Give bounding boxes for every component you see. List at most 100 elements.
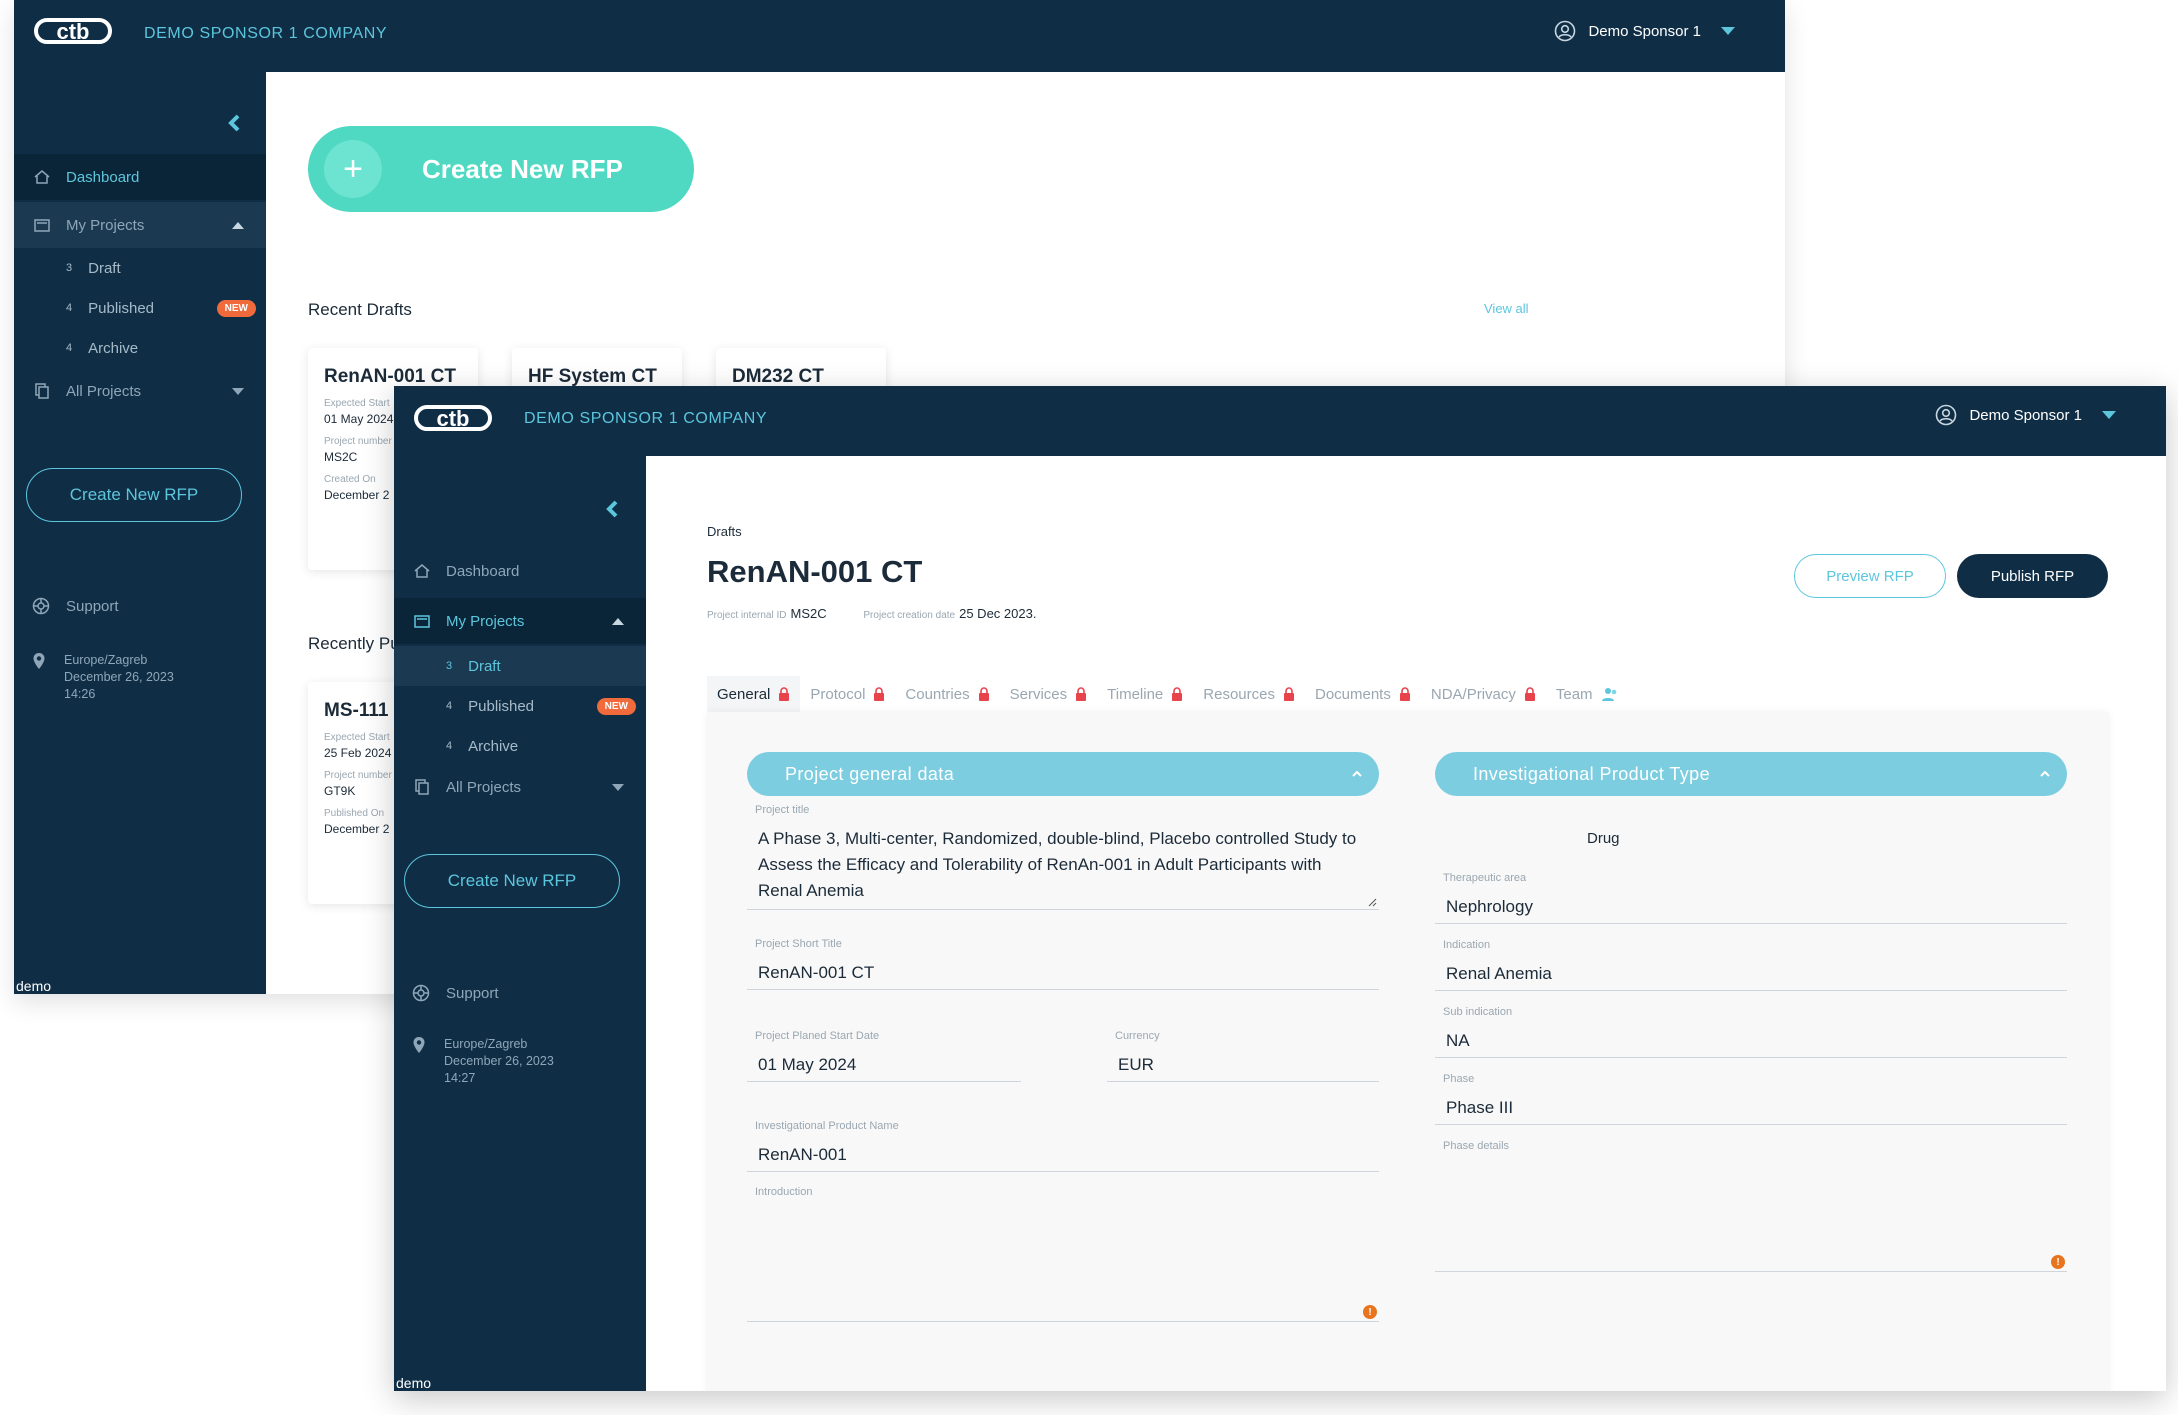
new-badge: NEW [216, 299, 256, 317]
product-name-field[interactable]: Investigational Product Name RenAN-001 [747, 1120, 1379, 1172]
tab-label: NDA/Privacy [1430, 685, 1516, 703]
chevron-down-icon [232, 387, 244, 395]
published-count: 4 [66, 302, 73, 314]
folder-icon [32, 215, 52, 235]
tab-general[interactable]: General [707, 676, 801, 712]
lifebuoy-icon [32, 597, 50, 615]
environment-label: demo [396, 1375, 432, 1391]
home-icon [32, 167, 52, 187]
lock-icon [1076, 687, 1087, 701]
archive-count: 4 [66, 342, 73, 354]
tab-countries[interactable]: Countries [895, 676, 999, 712]
product-type-header[interactable]: Investigational Product Type [1435, 752, 2067, 796]
tab-protocol[interactable]: Protocol [800, 676, 895, 712]
sidebar-item-my-projects[interactable]: My Projects [394, 598, 646, 644]
recently-published-title: Recently Pu [308, 634, 400, 653]
sidebar-item-draft[interactable]: 3 Draft [14, 248, 266, 288]
user-name: Demo Sponsor 1 [1588, 22, 1701, 40]
plus-icon: + [324, 140, 382, 198]
chevron-up-icon [612, 617, 624, 625]
tab-label: Team [1555, 685, 1593, 703]
create-rfp-button[interactable]: Create New RFP [404, 854, 620, 908]
publish-rfp-button[interactable]: Publish RFP [1957, 554, 2108, 598]
lock-icon [874, 687, 885, 701]
sidebar-item-label: Dashboard [446, 562, 520, 580]
tab-team[interactable]: Team [1546, 676, 1629, 712]
support-link[interactable]: Support [32, 597, 119, 615]
resize-handle-icon[interactable] [1367, 897, 1377, 907]
timezone: Europe/Zagreb [64, 653, 148, 667]
lock-icon [1172, 687, 1183, 701]
sidebar-item-label: My Projects [446, 612, 525, 630]
lock-icon [779, 687, 790, 701]
sidebar-item-archive[interactable]: 4 Archive [394, 726, 646, 766]
chevron-left-icon[interactable] [602, 498, 624, 520]
introduction-field[interactable]: Introduction ! [747, 1186, 1379, 1322]
location-pin-icon [33, 653, 45, 669]
sidebar-item-label: Dashboard [66, 168, 140, 186]
internal-id-value: MS2C [790, 606, 827, 621]
chevron-left-icon[interactable] [224, 112, 246, 134]
tab-label: Resources [1203, 685, 1275, 703]
field-label: Introduction [755, 1186, 813, 1198]
location-info: Europe/Zagreb December 26, 2023 14:26 [32, 652, 174, 703]
project-general-data-header[interactable]: Project general data [747, 752, 1379, 796]
tab-documents[interactable]: Documents [1305, 676, 1421, 712]
sidebar-item-archive[interactable]: 4 Archive [14, 328, 266, 368]
field-value: EUR [1118, 1055, 1154, 1074]
card-title: RenAN-001 CT [324, 366, 456, 387]
sidebar-item-dashboard[interactable]: Dashboard [14, 154, 266, 200]
indication-select[interactable]: Indication Renal Anemia [1435, 939, 2067, 991]
sidebar-item-my-projects[interactable]: My Projects [14, 202, 266, 248]
new-badge: NEW [596, 697, 636, 715]
sidebar-item-label: Published [468, 697, 535, 715]
chevron-down-icon [612, 783, 624, 791]
project-meta: Project internal ID MS2C Project creation… [707, 606, 1036, 621]
tab-timeline[interactable]: Timeline [1097, 676, 1193, 712]
copy-icon [412, 777, 432, 797]
company-name: DEMO SPONSOR 1 COMPANY [524, 410, 768, 427]
timezone: Europe/Zagreb [444, 1037, 528, 1051]
start-date-field[interactable]: Project Planed Start Date 01 May 2024 [747, 1030, 1021, 1082]
create-new-rfp-label: Create New RFP [422, 153, 623, 184]
sidebar-item-all-projects[interactable]: All Projects [394, 764, 646, 810]
user-menu[interactable]: Demo Sponsor 1 [1554, 20, 1735, 42]
tab-services[interactable]: Services [1000, 676, 1098, 712]
create-new-rfp-button[interactable]: + Create New RFP [308, 126, 694, 212]
sidebar-item-published[interactable]: 4 Published NEW [394, 686, 646, 726]
tab-nda-privacy[interactable]: NDA/Privacy [1421, 676, 1546, 712]
lock-icon [1524, 687, 1535, 701]
user-name: Demo Sponsor 1 [1969, 406, 2082, 424]
create-rfp-button[interactable]: Create New RFP [26, 468, 242, 522]
chevron-up-icon [232, 221, 244, 229]
sidebar-item-all-projects[interactable]: All Projects [14, 368, 266, 414]
tab-resources[interactable]: Resources [1193, 676, 1305, 712]
project-title-field[interactable]: Project title A Phase 3, Multi-center, R… [747, 804, 1379, 910]
lock-icon [1283, 687, 1294, 701]
field-value: RenAN-001 [758, 1145, 847, 1164]
tab-label: Documents [1314, 685, 1391, 703]
field-label: Investigational Product Name [755, 1120, 899, 1132]
view-all-link[interactable]: View all [1484, 301, 1529, 316]
team-icon [1601, 688, 1616, 701]
sub-indication-select[interactable]: Sub indication NA [1435, 1006, 2067, 1058]
preview-rfp-button[interactable]: Preview RFP [1794, 554, 1946, 598]
breadcrumb[interactable]: Drafts [707, 524, 742, 539]
field-label: Sub indication [1443, 1006, 1513, 1018]
warning-icon: ! [1363, 1305, 1377, 1319]
currency-select[interactable]: Currency EUR [1107, 1030, 1379, 1082]
short-title-field[interactable]: Project Short Title RenAN-001 CT [747, 938, 1379, 990]
field-label: Project Short Title [755, 938, 842, 950]
phase-details-field[interactable]: Phase details ! [1435, 1140, 2067, 1272]
home-icon [412, 561, 432, 581]
sidebar-item-draft[interactable]: 3 Draft [394, 646, 646, 686]
internal-id-label: Project internal ID [707, 610, 787, 621]
phase-select[interactable]: Phase Phase III [1435, 1073, 2067, 1125]
user-menu[interactable]: Demo Sponsor 1 [1935, 404, 2116, 426]
field-label: Project title [755, 804, 810, 816]
field-value: Nephrology [1446, 897, 1533, 916]
sidebar-item-published[interactable]: 4 Published NEW [14, 288, 266, 328]
support-link[interactable]: Support [412, 984, 499, 1002]
sidebar-item-dashboard[interactable]: Dashboard [394, 548, 646, 594]
therapeutic-area-select[interactable]: Therapeutic area Nephrology [1435, 872, 2067, 924]
